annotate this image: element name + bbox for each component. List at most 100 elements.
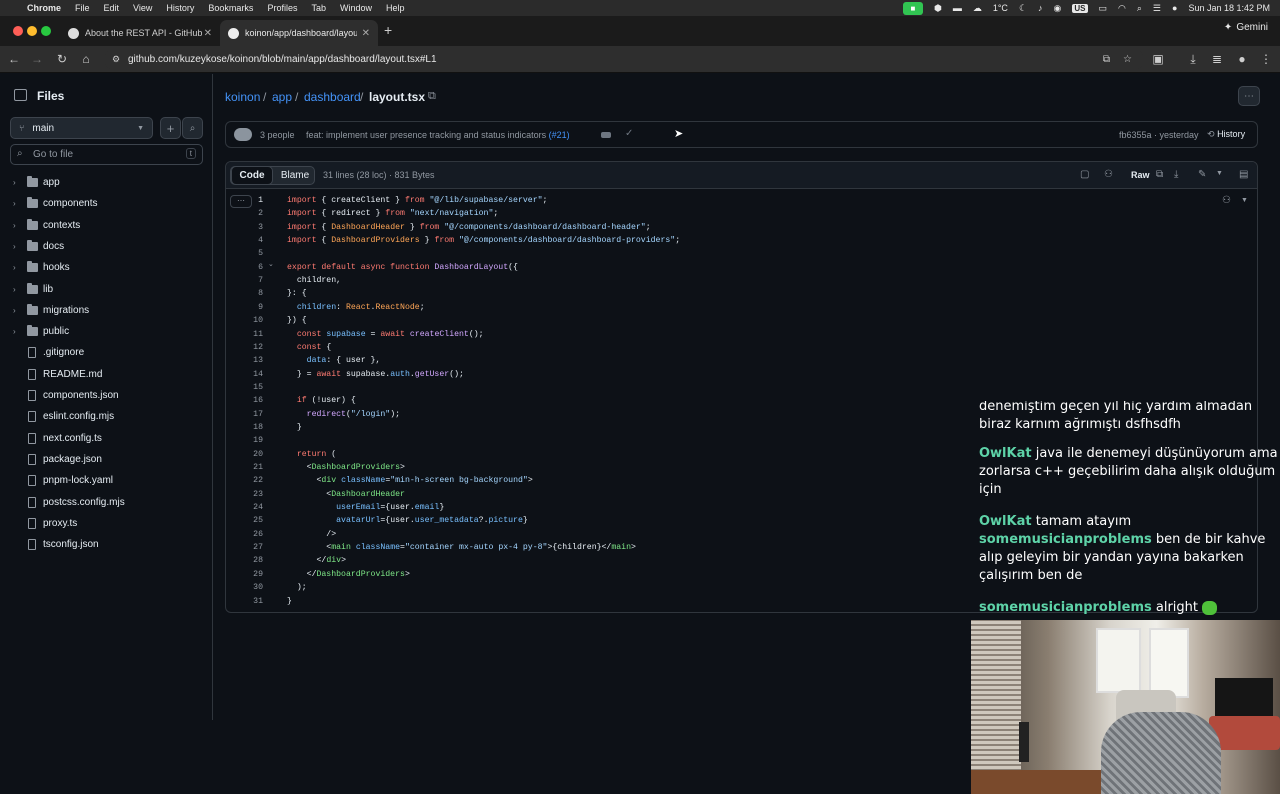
menu-history[interactable]: History — [159, 3, 201, 13]
line-number[interactable]: 31 — [226, 597, 263, 606]
copilot-icon[interactable]: ▢ — [1080, 169, 1089, 180]
menu-file[interactable]: File — [68, 3, 97, 13]
tree-folder-0[interactable]: › app — [0, 172, 212, 193]
line-number[interactable]: 16 — [226, 396, 263, 405]
reading-list-icon[interactable]: ≣ — [1209, 52, 1225, 66]
tab-github-rest-api[interactable]: About the REST API - GitHub ✕ — [60, 20, 220, 46]
line-number[interactable]: 5 — [226, 249, 263, 258]
edit-pencil-icon[interactable]: ✎ — [1198, 169, 1206, 180]
tree-file-9[interactable]: tsconfig.json — [0, 534, 212, 555]
more-menu-icon[interactable]: ⋮ — [1258, 52, 1274, 66]
line-number[interactable]: 9 — [226, 303, 263, 312]
keyboard-layout[interactable]: US — [1072, 3, 1088, 13]
chevron-right-icon[interactable]: › — [13, 263, 16, 272]
tree-folder-5[interactable]: › lib — [0, 279, 212, 300]
line-number[interactable]: 30 — [226, 583, 263, 592]
side-panel-icon[interactable]: ▣ — [1150, 52, 1166, 66]
site-info-icon[interactable]: ⚙ — [112, 49, 120, 70]
chevron-right-icon[interactable]: › — [13, 242, 16, 251]
line-number[interactable]: 12 — [226, 343, 263, 352]
contributors-count[interactable]: 3 people — [260, 130, 295, 140]
more-options-button[interactable]: ⋯ — [1238, 86, 1260, 106]
line-number[interactable]: 7 — [226, 276, 263, 285]
close-window-button[interactable] — [13, 26, 23, 36]
new-tab-icon[interactable]: + — [384, 22, 392, 38]
clock[interactable]: Sun Jan 18 1:42 PM — [1188, 3, 1270, 13]
line-number[interactable]: 24 — [226, 503, 263, 512]
menu-app-name[interactable]: Chrome — [20, 3, 68, 13]
tab-blame[interactable]: Blame — [275, 166, 315, 185]
history-button[interactable]: ⟲ History — [1207, 129, 1245, 140]
tree-file-4[interactable]: next.config.ts — [0, 428, 212, 449]
close-tab-icon[interactable]: ✕ — [362, 28, 370, 39]
tree-folder-6[interactable]: › migrations — [0, 300, 212, 321]
tree-file-2[interactable]: components.json — [0, 385, 212, 406]
raw-button[interactable]: Raw — [1131, 170, 1150, 180]
line-number[interactable]: 21 — [226, 463, 263, 472]
tree-file-0[interactable]: .gitignore — [0, 342, 212, 363]
camera-active-icon[interactable]: ■ — [902, 1, 923, 15]
chevron-right-icon[interactable]: › — [13, 178, 16, 187]
home-icon[interactable]: ⌂ — [78, 52, 94, 66]
status-app-icon[interactable]: ⬢ — [934, 3, 942, 14]
ellipsis-expander-icon[interactable] — [601, 132, 611, 138]
downloads-icon[interactable]: ⤓ — [1185, 52, 1201, 67]
line-number[interactable]: 19 — [226, 436, 263, 445]
battery-icon[interactable]: ▭ — [1099, 3, 1108, 14]
line-number[interactable]: 3 — [226, 223, 263, 232]
line-number[interactable]: 2 — [226, 209, 263, 218]
menu-help[interactable]: Help — [379, 3, 412, 13]
chevron-right-icon[interactable]: › — [13, 285, 16, 294]
wifi-icon[interactable]: ◠ — [1118, 3, 1126, 14]
profile-avatar-icon[interactable]: ● — [1234, 52, 1250, 66]
menu-edit[interactable]: Edit — [97, 3, 127, 13]
tree-file-7[interactable]: postcss.config.mjs — [0, 492, 212, 513]
tree-file-6[interactable]: pnpm-lock.yaml — [0, 470, 212, 491]
contributors-avatars-icon[interactable] — [234, 128, 252, 141]
back-icon[interactable]: ← — [6, 52, 22, 66]
temperature[interactable]: 1°C — [993, 3, 1008, 13]
zoom-window-button[interactable] — [41, 26, 51, 36]
tree-folder-7[interactable]: › public — [0, 321, 212, 342]
tree-folder-1[interactable]: › components — [0, 193, 212, 214]
copilot-chat-icon[interactable]: ⚇ — [1104, 169, 1113, 180]
forward-icon[interactable]: → — [29, 52, 45, 66]
tree-file-8[interactable]: proxy.ts — [0, 513, 212, 534]
chevron-right-icon[interactable]: › — [13, 327, 16, 336]
menu-bookmarks[interactable]: Bookmarks — [201, 3, 260, 13]
line-number[interactable]: 27 — [226, 543, 263, 552]
close-tab-icon[interactable]: ✕ — [204, 28, 212, 39]
copy-path-icon[interactable]: ⧉ — [428, 90, 436, 103]
chevron-right-icon[interactable]: › — [13, 306, 16, 315]
gemini-button[interactable]: ✦ Gemini — [1224, 22, 1268, 33]
weather-icon[interactable]: ☁ — [973, 3, 982, 14]
control-center-icon[interactable]: ☰ — [1153, 3, 1161, 14]
chevron-down-icon[interactable]: ▼ — [1216, 170, 1223, 177]
menu-view[interactable]: View — [126, 3, 159, 13]
line-number[interactable]: 17 — [226, 410, 263, 419]
tab-code[interactable]: Code — [231, 166, 273, 185]
menu-profiles[interactable]: Profiles — [260, 3, 304, 13]
line-number[interactable]: 25 — [226, 516, 263, 525]
commit-message[interactable]: feat: implement user presence tracking a… — [306, 130, 570, 140]
line-number[interactable]: 23 — [226, 490, 263, 499]
line-number[interactable]: 13 — [226, 356, 263, 365]
commit-sha-time[interactable]: fb6355a · yesterday — [1119, 130, 1199, 140]
siri-icon[interactable]: ● — [1172, 3, 1177, 13]
line-number[interactable]: 14 — [226, 370, 263, 379]
minimize-window-button[interactable] — [27, 26, 37, 36]
line-number[interactable]: 10 — [226, 316, 263, 325]
branch-selector[interactable]: ⑂ main ▼ — [10, 117, 153, 139]
tree-folder-4[interactable]: › hooks — [0, 257, 212, 278]
line-number[interactable]: 18 — [226, 423, 263, 432]
line-number[interactable]: 22 — [226, 476, 263, 485]
chevron-right-icon[interactable]: › — [13, 199, 16, 208]
line-number[interactable]: 15 — [226, 383, 263, 392]
line-number[interactable]: 1 — [226, 196, 263, 205]
tab-koinon-layout[interactable]: koinon/app/dashboard/layout ✕ — [220, 20, 378, 46]
search-icon[interactable]: ⌕ — [1137, 3, 1142, 14]
tree-file-1[interactable]: README.md — [0, 364, 212, 385]
line-number[interactable]: 8 — [226, 289, 263, 298]
copy-raw-icon[interactable]: ⧉ — [1156, 169, 1163, 180]
line-number[interactable]: 29 — [226, 570, 263, 579]
